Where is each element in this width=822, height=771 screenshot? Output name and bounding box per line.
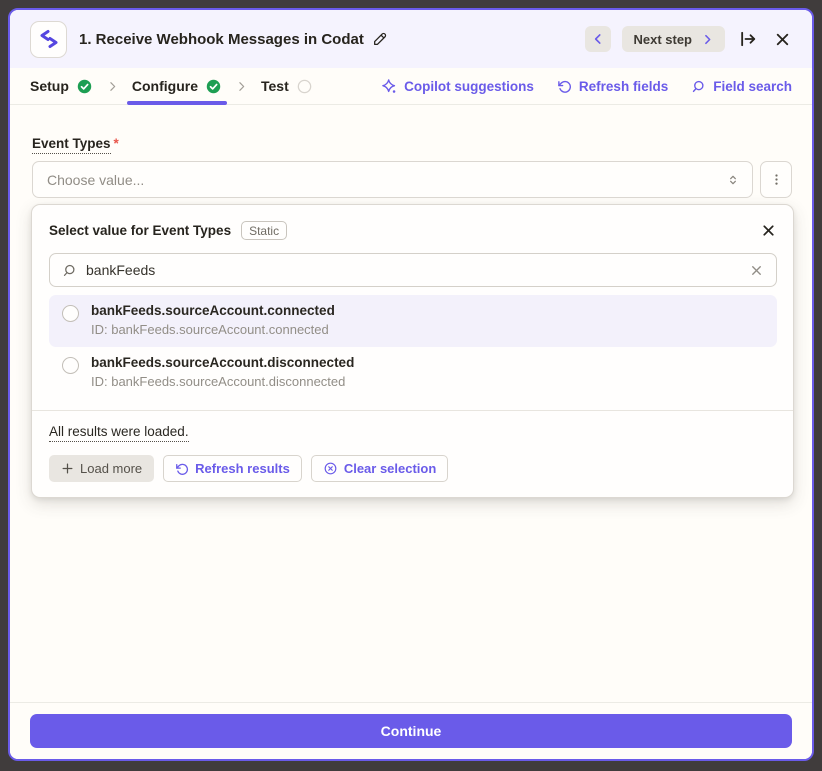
tab-configure-label: Configure <box>132 78 198 94</box>
open-full-editor-button[interactable] <box>736 27 760 51</box>
tab-setup[interactable]: Setup <box>30 68 93 104</box>
field-search-label: Field search <box>713 79 792 94</box>
refresh-icon <box>175 462 189 476</box>
search-icon <box>691 79 706 94</box>
event-types-label: Event Types <box>32 136 111 154</box>
tab-test-label: Test <box>261 78 289 94</box>
radio-button[interactable] <box>62 305 79 322</box>
load-more-button[interactable]: Load more <box>49 455 154 482</box>
option-id: ID: bankFeeds.sourceAccount.connected <box>91 322 335 337</box>
panel-footer: Continue <box>10 702 812 759</box>
step-title: 1. Receive Webhook Messages in Codat <box>79 31 364 48</box>
event-types-field-row: Choose value... <box>32 161 792 198</box>
event-types-select[interactable]: Choose value... <box>32 161 753 198</box>
circle-x-icon <box>323 461 338 476</box>
tab-setup-label: Setup <box>30 78 69 94</box>
select-placeholder: Choose value... <box>47 172 725 188</box>
panel-header: 1. Receive Webhook Messages in Codat Nex… <box>10 10 812 68</box>
refresh-icon <box>557 79 572 94</box>
popup-header: Select value for Event Types Static <box>32 219 793 253</box>
edit-title-pencil-icon[interactable] <box>372 31 388 47</box>
refresh-fields-link[interactable]: Refresh fields <box>557 79 668 94</box>
field-search-link[interactable]: Field search <box>691 79 792 94</box>
option-label: bankFeeds.sourceAccount.disconnected <box>91 355 354 370</box>
clear-selection-button[interactable]: Clear selection <box>311 455 449 482</box>
step-tabbar: Setup Configure Test <box>10 68 812 105</box>
popup-search-box <box>49 253 777 287</box>
empty-circle-icon <box>296 78 313 95</box>
step-editor-panel: 1. Receive Webhook Messages in Codat Nex… <box>8 8 814 761</box>
chevron-right-icon <box>701 33 714 46</box>
option-banksfeeds-connected[interactable]: bankFeeds.sourceAccount.connected ID: ba… <box>49 295 777 347</box>
load-more-label: Load more <box>80 461 142 476</box>
continue-button[interactable]: Continue <box>30 714 792 748</box>
popup-options-list: bankFeeds.sourceAccount.connected ID: ba… <box>49 295 777 399</box>
updown-chevron-icon <box>725 172 741 188</box>
previous-step-button[interactable] <box>585 26 611 52</box>
popup-search-input[interactable] <box>86 262 740 278</box>
required-marker: * <box>114 136 119 151</box>
check-circle-icon <box>76 78 93 95</box>
refresh-results-label: Refresh results <box>195 461 290 476</box>
plus-icon <box>61 462 74 475</box>
copilot-suggestions-link[interactable]: Copilot suggestions <box>381 78 534 94</box>
sparkle-icon <box>381 78 397 94</box>
popup-footer: All results were loaded. Load more <box>32 411 793 497</box>
next-step-label: Next step <box>633 32 692 47</box>
tab-separator-chevron-icon <box>235 80 248 93</box>
step-title-row: 1. Receive Webhook Messages in Codat <box>79 31 388 48</box>
clear-search-icon[interactable] <box>749 263 764 278</box>
popup-close-button[interactable] <box>760 222 777 239</box>
option-id: ID: bankFeeds.sourceAccount.disconnected <box>91 374 354 389</box>
check-circle-icon <box>205 78 222 95</box>
close-panel-button[interactable] <box>771 28 794 51</box>
vertical-dots-icon <box>769 172 784 187</box>
static-badge: Static <box>241 221 287 240</box>
value-picker-popup: Select value for Event Types Static <box>31 204 794 498</box>
next-step-button[interactable]: Next step <box>622 26 725 52</box>
close-icon <box>773 30 792 49</box>
tab-separator-chevron-icon <box>106 80 119 93</box>
refresh-results-button[interactable]: Refresh results <box>163 455 302 482</box>
copilot-suggestions-label: Copilot suggestions <box>404 79 534 94</box>
code-brackets-icon <box>37 27 61 51</box>
expand-right-icon <box>738 29 758 49</box>
chevron-left-icon <box>591 32 605 46</box>
option-banksfeeds-disconnected[interactable]: bankFeeds.sourceAccount.disconnected ID:… <box>49 347 777 399</box>
tab-test[interactable]: Test <box>261 68 313 104</box>
option-label: bankFeeds.sourceAccount.connected <box>91 303 335 318</box>
clear-selection-label: Clear selection <box>344 461 437 476</box>
tab-actions: Copilot suggestions Refresh fields Field… <box>381 78 792 94</box>
event-types-label-row: Event Types* <box>32 136 792 154</box>
results-status-text: All results were loaded. <box>49 424 189 442</box>
tab-configure[interactable]: Configure <box>132 68 222 104</box>
radio-button[interactable] <box>62 357 79 374</box>
field-options-menu-button[interactable] <box>760 161 792 198</box>
search-icon <box>62 263 77 278</box>
close-icon <box>760 222 777 239</box>
header-controls: Next step <box>585 26 794 52</box>
configure-form: Event Types* Choose value... Se <box>10 105 812 702</box>
popup-title: Select value for Event Types <box>49 223 231 238</box>
popup-footer-buttons: Load more Refresh results <box>49 455 777 482</box>
refresh-fields-label: Refresh fields <box>579 79 668 94</box>
codat-app-icon <box>30 21 67 58</box>
